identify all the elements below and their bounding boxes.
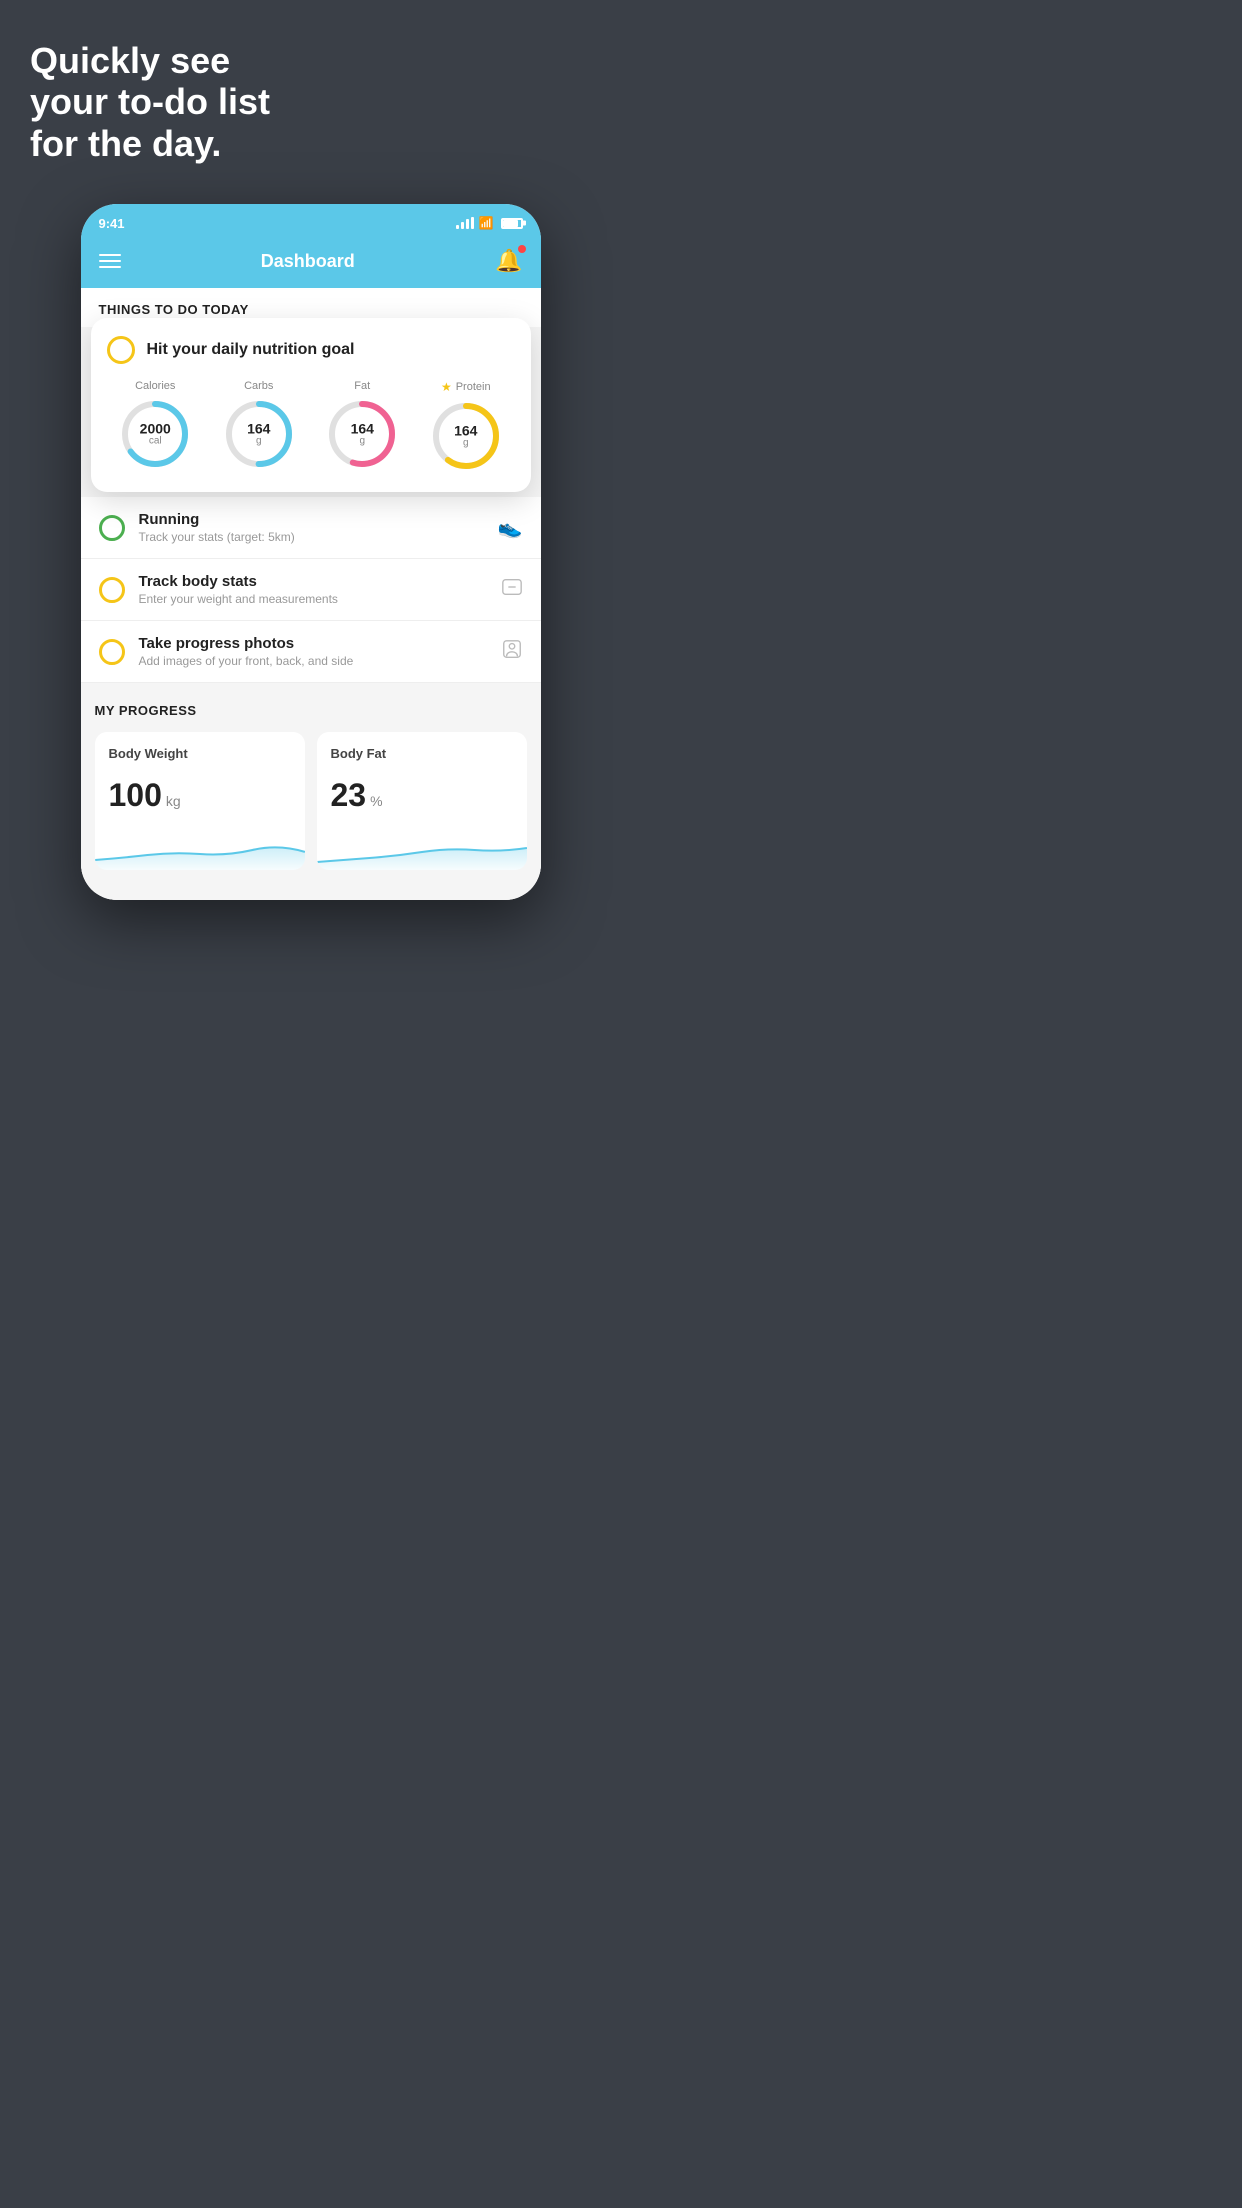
calories-ring: 2000 cal xyxy=(119,398,191,470)
things-header-text: THINGS TO DO TODAY xyxy=(99,302,249,317)
headline-line1: Quickly see xyxy=(30,40,230,81)
scale-icon xyxy=(501,576,523,604)
photos-title: Take progress photos xyxy=(139,635,487,652)
nav-title: Dashboard xyxy=(261,251,355,272)
fat-ring: 164 g xyxy=(326,398,398,470)
shoe-icon: 👟 xyxy=(498,515,523,540)
carbs-label: Carbs xyxy=(244,380,273,392)
fat-metric: Fat 164 g xyxy=(326,380,398,470)
carbs-metric: Carbs 164 g xyxy=(223,380,295,470)
body-fat-sparkline xyxy=(317,830,527,870)
running-subtitle: Track your stats (target: 5km) xyxy=(139,530,484,544)
protein-value: 164 g xyxy=(454,424,477,449)
page-background: Quickly see your to-do list for the day.… xyxy=(0,0,621,1104)
body-fat-unit: % xyxy=(370,793,382,809)
protein-metric: ★ Protein 164 g xyxy=(430,380,502,472)
headline-line2: your to-do list xyxy=(30,81,270,122)
body-weight-card[interactable]: Body Weight 100 kg xyxy=(95,732,305,870)
headline-line3: for the day. xyxy=(30,123,221,164)
body-weight-sparkline xyxy=(95,830,305,870)
progress-section-title: MY PROGRESS xyxy=(95,703,527,718)
body-stats-subtitle: Enter your weight and measurements xyxy=(139,592,487,606)
calories-value: 2000 cal xyxy=(140,422,171,447)
protein-ring: 164 g xyxy=(430,400,502,472)
signal-icon xyxy=(456,217,474,229)
nutrition-card[interactable]: Hit your daily nutrition goal Calories xyxy=(91,318,531,492)
body-stats-check-circle xyxy=(99,577,125,603)
nutrition-card-title: Hit your daily nutrition goal xyxy=(147,341,355,359)
phone-mockup: 9:41 📶 Dashboard 🔔 xyxy=(81,204,541,900)
protein-label: ★ Protein xyxy=(441,380,491,394)
person-icon xyxy=(501,638,523,666)
progress-cards: Body Weight 100 kg xyxy=(95,732,527,870)
body-fat-card-title: Body Fat xyxy=(331,746,513,761)
nutrition-metrics: Calories 2000 cal xyxy=(107,380,515,472)
carbs-value: 164 g xyxy=(247,422,270,447)
body-fat-value: 23 % xyxy=(331,777,513,814)
content-area: THINGS TO DO TODAY Hit your daily nutrit… xyxy=(81,288,541,900)
calories-metric: Calories 2000 cal xyxy=(119,380,191,470)
todo-item-progress-photos[interactable]: Take progress photos Add images of your … xyxy=(81,621,541,683)
page-headline: Quickly see your to-do list for the day. xyxy=(20,40,601,164)
body-weight-card-title: Body Weight xyxy=(109,746,291,761)
progress-section: MY PROGRESS Body Weight 100 kg xyxy=(81,683,541,870)
body-fat-card[interactable]: Body Fat 23 % xyxy=(317,732,527,870)
body-weight-unit: kg xyxy=(166,793,181,809)
wifi-icon: 📶 xyxy=(479,216,494,230)
carbs-ring: 164 g xyxy=(223,398,295,470)
calories-label: Calories xyxy=(135,380,175,392)
status-time: 9:41 xyxy=(99,216,125,231)
fat-value: 164 g xyxy=(351,422,374,447)
bell-button[interactable]: 🔔 xyxy=(495,248,522,274)
nav-bar: Dashboard 🔔 xyxy=(81,238,541,288)
running-text: Running Track your stats (target: 5km) xyxy=(139,511,484,544)
fat-label: Fat xyxy=(354,380,370,392)
status-bar: 9:41 📶 xyxy=(81,204,541,238)
photos-text: Take progress photos Add images of your … xyxy=(139,635,487,668)
body-stats-text: Track body stats Enter your weight and m… xyxy=(139,573,487,606)
status-icons: 📶 xyxy=(456,216,523,230)
photos-subtitle: Add images of your front, back, and side xyxy=(139,654,487,668)
running-title: Running xyxy=(139,511,484,528)
hamburger-menu[interactable] xyxy=(99,254,121,268)
notification-dot xyxy=(518,245,526,253)
battery-icon xyxy=(501,218,523,229)
todo-item-body-stats[interactable]: Track body stats Enter your weight and m… xyxy=(81,559,541,621)
body-fat-number: 23 xyxy=(331,777,367,814)
todo-list: Running Track your stats (target: 5km) 👟… xyxy=(81,497,541,683)
body-weight-value: 100 kg xyxy=(109,777,291,814)
nutrition-check-circle xyxy=(107,336,135,364)
running-check-circle xyxy=(99,515,125,541)
todo-item-running[interactable]: Running Track your stats (target: 5km) 👟 xyxy=(81,497,541,559)
nutrition-card-header: Hit your daily nutrition goal xyxy=(107,336,515,364)
protein-star-icon: ★ xyxy=(441,380,452,394)
body-stats-title: Track body stats xyxy=(139,573,487,590)
body-weight-number: 100 xyxy=(109,777,162,814)
photos-check-circle xyxy=(99,639,125,665)
